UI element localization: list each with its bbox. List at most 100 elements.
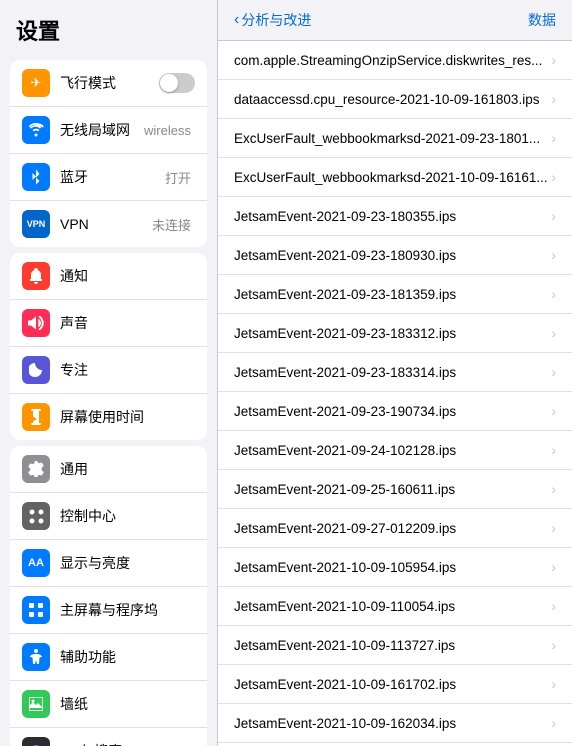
file-name: ExcUserFault_webbookmarksd-2021-10-09-16… [234, 170, 551, 185]
settings-sidebar: 设置 ✈ 飞行模式 无线局域网 wireless 蓝牙 [0, 0, 218, 746]
siri-icon [22, 737, 50, 746]
wallpaper-label: 墙纸 [60, 694, 195, 714]
file-list-item[interactable]: JetsamEvent-2021-09-23-183312.ips› [218, 314, 572, 353]
file-name: JetsamEvent-2021-09-24-102128.ips [234, 443, 551, 458]
sidebar-section-notifications: 通知 声音 专注 [10, 253, 207, 440]
chevron-right-icon: › [551, 208, 556, 224]
sidebar-item-general[interactable]: 通用 [10, 446, 207, 493]
accessibility-icon [22, 643, 50, 671]
homescreen-label: 主屏幕与程序坞 [60, 600, 195, 620]
file-list-item[interactable]: JetsamEvent-2021-09-23-181359.ips› [218, 275, 572, 314]
file-name: JetsamEvent-2021-09-23-190734.ips [234, 404, 551, 419]
airplane-icon: ✈ [22, 69, 50, 97]
file-list-item[interactable]: JetsamEvent-2021-10-09-113727.ips› [218, 626, 572, 665]
sidebar-item-bluetooth[interactable]: 蓝牙 打开 [10, 154, 207, 201]
file-name: JetsamEvent-2021-10-09-110054.ips [234, 599, 551, 614]
file-list-item[interactable]: JetsamEvent-2021-09-24-102128.ips› [218, 431, 572, 470]
display-label: 显示与亮度 [60, 553, 195, 573]
airplane-label: 飞行模式 [60, 73, 159, 93]
wallpaper-icon [22, 690, 50, 718]
accessibility-label: 辅助功能 [60, 647, 195, 667]
chevron-right-icon: › [551, 481, 556, 497]
file-list-item[interactable]: JetsamEvent-2021-10-09-110054.ips› [218, 587, 572, 626]
sidebar-header: 设置 [0, 0, 217, 54]
file-name: JetsamEvent-2021-10-09-161702.ips [234, 677, 551, 692]
focus-icon [22, 356, 50, 384]
sidebar-item-sound[interactable]: 声音 [10, 300, 207, 347]
chevron-right-icon: › [551, 403, 556, 419]
chevron-right-icon: › [551, 598, 556, 614]
file-name: JetsamEvent-2021-09-23-183314.ips [234, 365, 551, 380]
chevron-right-icon: › [551, 559, 556, 575]
file-name: dataaccessd.cpu_resource-2021-10-09-1618… [234, 92, 551, 107]
airplane-toggle[interactable] [159, 73, 195, 93]
file-list-item[interactable]: ExcUserFault_webbookmarksd-2021-10-09-16… [218, 158, 572, 197]
wifi-icon [22, 116, 50, 144]
sidebar-item-wallpaper[interactable]: 墙纸 [10, 681, 207, 728]
bluetooth-value: 打开 [165, 168, 191, 187]
sidebar-item-notification[interactable]: 通知 [10, 253, 207, 300]
notification-label: 通知 [60, 266, 195, 286]
sidebar-item-wifi[interactable]: 无线局域网 wireless [10, 107, 207, 154]
file-list-item[interactable]: ExcUserFault_webbookmarksd-2021-09-23-18… [218, 119, 572, 158]
file-name: com.apple.StreamingOnzipService.diskwrit… [234, 53, 551, 68]
file-list-item[interactable]: JetsamEvent-2021-09-23-190734.ips› [218, 392, 572, 431]
chevron-right-icon: › [551, 286, 556, 302]
bluetooth-label: 蓝牙 [60, 167, 165, 187]
right-panel: ‹ 分析与改进 数据 com.apple.StreamingOnzipServi… [218, 0, 572, 746]
file-name: JetsamEvent-2021-09-23-180930.ips [234, 248, 551, 263]
file-list: com.apple.StreamingOnzipService.diskwrit… [218, 41, 572, 746]
file-list-item[interactable]: JetsamEvent-2021-10-09-162034.ips› [218, 704, 572, 743]
sidebar-item-display[interactable]: AA 显示与亮度 [10, 540, 207, 587]
notification-icon [22, 262, 50, 290]
file-list-item[interactable]: dataaccessd.cpu_resource-2021-10-09-1618… [218, 80, 572, 119]
chevron-right-icon: › [551, 715, 556, 731]
sidebar-item-accessibility[interactable]: 辅助功能 [10, 634, 207, 681]
sidebar-item-focus[interactable]: 专注 [10, 347, 207, 394]
file-name: ExcUserFault_webbookmarksd-2021-09-23-18… [234, 131, 551, 146]
wifi-label: 无线局域网 [60, 120, 144, 140]
file-list-item[interactable]: JetsamEvent-2021-09-23-180930.ips› [218, 236, 572, 275]
controlcenter-label: 控制中心 [60, 506, 195, 526]
sidebar-item-vpn[interactable]: VPN VPN 未连接 [10, 201, 207, 247]
file-name: JetsamEvent-2021-10-09-105954.ips [234, 560, 551, 575]
chevron-right-icon: › [551, 130, 556, 146]
right-section-label: 数据 [528, 10, 556, 30]
chevron-right-icon: › [551, 442, 556, 458]
general-icon [22, 455, 50, 483]
file-list-item[interactable]: JetsamEvent-2021-09-27-012209.ips› [218, 509, 572, 548]
sound-label: 声音 [60, 313, 195, 333]
back-chevron-icon: ‹ [234, 11, 239, 29]
sidebar-item-controlcenter[interactable]: 控制中心 [10, 493, 207, 540]
back-label: 分析与改进 [241, 10, 311, 30]
file-list-item[interactable]: JetsamEvent-2021-10-09-161702.ips› [218, 665, 572, 704]
file-list-item[interactable]: JetsamEvent-2021-09-23-183314.ips› [218, 353, 572, 392]
sound-icon [22, 309, 50, 337]
siri-label: Siri与搜索 [60, 741, 195, 746]
file-name: JetsamEvent-2021-09-23-183312.ips [234, 326, 551, 341]
chevron-right-icon: › [551, 247, 556, 263]
back-button[interactable]: ‹ 分析与改进 [234, 10, 311, 30]
controlcenter-icon [22, 502, 50, 530]
chevron-right-icon: › [551, 52, 556, 68]
file-list-item[interactable]: JetsamEvent-2021-10-09-105954.ips› [218, 548, 572, 587]
display-icon: AA [22, 549, 50, 577]
general-label: 通用 [60, 459, 195, 479]
sidebar-item-airplane[interactable]: ✈ 飞行模式 [10, 60, 207, 107]
screentime-icon [22, 403, 50, 431]
chevron-right-icon: › [551, 520, 556, 536]
chevron-right-icon: › [551, 325, 556, 341]
focus-label: 专注 [60, 360, 195, 380]
file-list-item[interactable]: JetsamEvent-2021-09-23-180355.ips› [218, 197, 572, 236]
file-name: JetsamEvent-2021-09-23-180355.ips [234, 209, 551, 224]
sidebar-item-homescreen[interactable]: 主屏幕与程序坞 [10, 587, 207, 634]
file-list-item[interactable]: com.apple.StreamingOnzipService.diskwrit… [218, 41, 572, 80]
file-list-item[interactable]: JetsamEvent-2021-09-25-160611.ips› [218, 470, 572, 509]
wifi-value: wireless [144, 123, 191, 138]
screentime-label: 屏幕使用时间 [60, 407, 195, 427]
sidebar-item-siri[interactable]: Siri与搜索 [10, 728, 207, 746]
file-name: JetsamEvent-2021-10-09-162034.ips [234, 716, 551, 731]
sidebar-item-screentime[interactable]: 屏幕使用时间 [10, 394, 207, 440]
vpn-icon: VPN [22, 210, 50, 238]
chevron-right-icon: › [551, 637, 556, 653]
